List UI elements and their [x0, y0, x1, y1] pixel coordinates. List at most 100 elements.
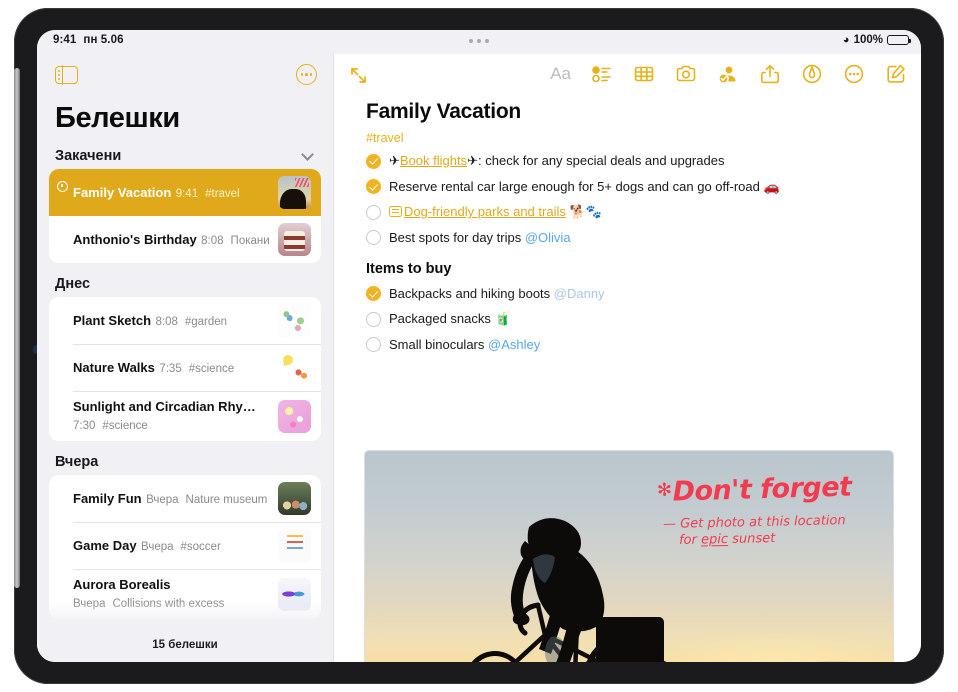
checklist-item[interactable]: Dog-friendly parks and trails 🐕🐾: [366, 201, 921, 223]
note-title: Game Day: [73, 537, 137, 553]
notes-count-label: 15 белешки: [37, 628, 333, 662]
share-icon[interactable]: [759, 63, 781, 85]
camera-icon[interactable]: [675, 63, 697, 85]
items-to-buy-heading: Items to buy: [366, 260, 452, 277]
mention-olivia[interactable]: @Olivia: [525, 230, 571, 245]
page-title: Белешки: [55, 102, 180, 134]
checklist-item-text: Packaged snacks 🧃: [389, 311, 511, 326]
pin-icon: [57, 181, 68, 192]
note-heading: Family Vacation: [366, 100, 521, 123]
sidebar-note-aurora-borealis[interactable]: Aurora Borealis Вчера Collisions with exc…: [49, 569, 321, 619]
status-date: пн 5.06: [83, 34, 124, 46]
sidebar-toolbar: [37, 54, 333, 98]
note-hashtag[interactable]: #travel: [366, 131, 921, 145]
checkbox-unchecked[interactable]: [366, 337, 381, 352]
note-subtitle: 8:08 #garden: [155, 315, 228, 328]
airplane-icon: ✈︎: [389, 153, 400, 168]
checkbox-unchecked[interactable]: [366, 311, 381, 327]
sidebar-note-plant-sketch[interactable]: Plant Sketch 8:08 #garden: [49, 297, 321, 344]
note-photo-cyclist-sunset[interactable]: ✻Don't forget — Get photo at this locati…: [364, 450, 894, 662]
note-tool-buttons: Aa: [550, 63, 907, 85]
link-book-flights[interactable]: Book flights: [400, 153, 467, 168]
checklist-item[interactable]: Packaged snacks 🧃: [366, 308, 921, 330]
battery-percent-label: 100%: [853, 34, 883, 46]
mention-danny[interactable]: @Danny: [554, 286, 605, 301]
format-aa-button[interactable]: Aa: [550, 63, 571, 85]
status-time: 9:41: [53, 34, 77, 46]
sidebar-note-family-fun[interactable]: Family Fun Вчера Nature museum: [49, 475, 321, 522]
note-title: Nature Walks: [73, 359, 155, 375]
note-thumbnail: [278, 176, 311, 209]
checklist-item[interactable]: Best spots for day trips @Olivia: [366, 227, 921, 249]
more-circle-icon[interactable]: [296, 64, 317, 85]
note-title: Family Vacation: [73, 184, 172, 200]
section-label: Закачени: [55, 148, 122, 164]
checklist-item-text: Small binoculars @Ashley: [389, 337, 541, 352]
section-header-today: Днес: [55, 276, 315, 292]
multitasking-handle[interactable]: [469, 39, 489, 43]
note-thumbnail: [278, 223, 311, 256]
markup-pen-icon[interactable]: [801, 63, 823, 85]
checklist-item[interactable]: Backpacks and hiking boots @Danny: [366, 283, 921, 305]
juice-box-icon: 🧃: [494, 311, 511, 326]
sidebar-note-family-vacation[interactable]: Family Vacation 9:41 #travel: [49, 169, 321, 216]
sidebar-note-game-day[interactable]: Game Day Вчера #soccer: [49, 522, 321, 569]
ipad-device-frame: 9:41 пн 5.06 ◕ 100% Белешки Закачени Fam…: [14, 8, 944, 684]
expand-arrows-icon[interactable]: [350, 67, 367, 84]
note-thumbnail: [278, 529, 311, 562]
cyclist-silhouette: [425, 485, 715, 662]
note-link-icon: [389, 206, 402, 217]
note-title: Family Fun: [73, 490, 142, 506]
more-circle-icon[interactable]: [843, 63, 865, 85]
note-thumbnail: [278, 304, 311, 337]
note-subtitle: Вчера #soccer: [141, 540, 221, 553]
note-content: Family Vacation #travel ✈︎Book flights✈︎…: [334, 98, 921, 662]
photo-bush: [779, 661, 887, 662]
note-title: Sunlight and Circadian Rhy…: [73, 399, 256, 414]
checkbox-unchecked[interactable]: [366, 204, 381, 220]
note-title: Plant Sketch: [73, 312, 152, 328]
checkbox-checked[interactable]: [366, 179, 381, 194]
checklist-icon[interactable]: [591, 63, 613, 85]
note-subtitle: 9:41 #travel: [175, 187, 240, 200]
device-side-edge: [14, 68, 20, 588]
ipad-screen: 9:41 пн 5.06 ◕ 100% Белешки Закачени Fam…: [37, 30, 921, 662]
sidebar-toggle-icon[interactable]: [55, 65, 78, 85]
note-subtitle: 8:08 Покани: [201, 234, 270, 247]
checklist-item[interactable]: Reserve rental car large enough for 5+ d…: [366, 176, 921, 198]
note-group-pinned: Family Vacation 9:41 #travel Anthonio's B…: [49, 169, 321, 263]
checkbox-unchecked[interactable]: [366, 230, 381, 245]
checkbox-checked[interactable]: [366, 286, 381, 301]
note-title: Anthonio's Birthday: [73, 231, 197, 247]
compose-icon[interactable]: [885, 63, 907, 85]
mention-ashley[interactable]: @Ashley: [488, 337, 540, 352]
note-thumbnail: [278, 399, 311, 433]
note-thumbnail: [278, 577, 311, 611]
battery-icon: [887, 34, 912, 46]
note-subtitle: Вчера Collisions with excess: [73, 598, 225, 610]
note-title: Aurora Borealis: [73, 577, 171, 592]
section-label: Вчера: [55, 454, 99, 470]
checklist-items-to-buy: Backpacks and hiking boots @Danny Packag…: [366, 283, 921, 356]
person-add-icon[interactable]: [717, 63, 739, 85]
sidebar-note-anthonios-birthday[interactable]: Anthonio's Birthday 8:08 Покани: [49, 216, 321, 263]
note-toolbar: Aa: [334, 54, 921, 98]
checklist-item[interactable]: Small binoculars @Ashley: [366, 334, 921, 356]
wifi-icon: ◕: [842, 33, 850, 46]
car-icon: 🚗: [763, 178, 780, 194]
checklist-item[interactable]: ✈︎Book flights✈︎: check for any special …: [366, 150, 921, 172]
note-group-yesterday: Family Fun Вчера Nature museum Game Day В…: [49, 475, 321, 619]
chevron-down-icon[interactable]: [301, 148, 314, 161]
airplane-icon: ✈︎: [467, 153, 479, 168]
note-subtitle: Вчера Nature museum: [146, 493, 268, 506]
link-dog-friendly-parks[interactable]: Dog-friendly parks and trails: [404, 204, 566, 219]
section-header-yesterday: Вчера: [55, 454, 315, 470]
section-label: Днес: [55, 276, 91, 292]
checklist-item-tail: : check for any special deals and upgrad…: [478, 153, 725, 168]
note-thumbnail: [278, 482, 311, 515]
table-icon[interactable]: [633, 63, 655, 85]
note-group-today: Plant Sketch 8:08 #garden Nature Walks 7:…: [49, 297, 321, 441]
checkbox-checked[interactable]: [366, 153, 381, 169]
sidebar-note-sunlight-circadian[interactable]: Sunlight and Circadian Rhy… 7:30 #science: [49, 391, 321, 441]
sidebar-note-nature-walks[interactable]: Nature Walks 7:35 #science: [49, 344, 321, 391]
